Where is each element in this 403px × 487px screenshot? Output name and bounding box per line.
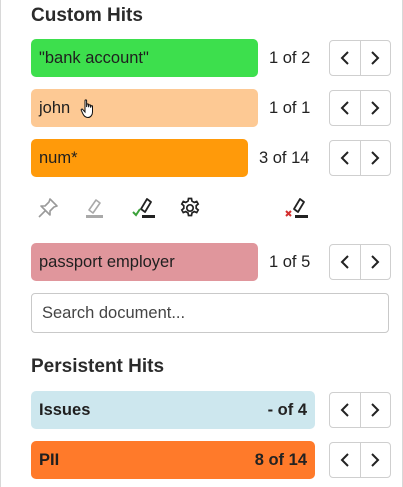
previous-hit-button[interactable] — [330, 443, 360, 477]
previous-hit-button[interactable] — [330, 41, 360, 75]
hits-toolbar — [33, 193, 333, 225]
chevron-right-icon — [371, 403, 380, 417]
hand-cursor-icon — [80, 99, 93, 119]
chevron-right-icon — [371, 51, 380, 65]
search-document-input[interactable] — [31, 293, 389, 333]
next-hit-button[interactable] — [359, 41, 391, 75]
hit-nav — [329, 244, 391, 280]
chevron-right-icon — [371, 453, 380, 467]
custom-hits-title: Custom Hits — [31, 5, 143, 26]
next-hit-button[interactable] — [359, 91, 391, 125]
chevron-left-icon — [340, 255, 349, 269]
next-hit-button[interactable] — [359, 141, 391, 175]
next-hit-button[interactable] — [359, 393, 391, 427]
chevron-right-icon — [371, 151, 380, 165]
custom-hit-row: "bank account" 1 of 2 — [31, 39, 391, 77]
next-hit-button[interactable] — [359, 245, 391, 279]
previous-hit-button[interactable] — [330, 393, 360, 427]
chevron-left-icon — [340, 151, 349, 165]
chevron-left-icon — [340, 51, 349, 65]
persistent-hits-title: Persistent Hits — [31, 356, 165, 377]
search-hits-panel: Custom Hits "bank account" 1 of 2 john 1… — [0, 0, 403, 487]
persistent-hit-row: Issues - of 4 — [31, 391, 391, 429]
hit-count: 3 of 14 — [259, 149, 310, 167]
custom-hit-row: passport employer 1 of 5 — [31, 243, 391, 281]
hit-term[interactable]: passport employer — [31, 243, 258, 281]
chevron-left-icon — [340, 101, 349, 115]
hit-nav — [329, 140, 391, 176]
hit-count: 8 of 14 — [254, 451, 307, 469]
previous-hit-button[interactable] — [330, 141, 360, 175]
hit-count: - of 4 — [267, 401, 307, 419]
previous-hit-button[interactable] — [330, 245, 360, 279]
previous-hit-button[interactable] — [330, 91, 360, 125]
pin-icon[interactable] — [33, 193, 63, 223]
chevron-right-icon — [371, 101, 380, 115]
chevron-left-icon — [340, 453, 349, 467]
hit-term[interactable]: num* — [31, 139, 248, 177]
highlighter-remove-icon[interactable] — [282, 193, 312, 223]
chevron-right-icon — [371, 255, 380, 269]
hit-nav — [329, 392, 391, 428]
chevron-left-icon — [340, 403, 349, 417]
hit-count: 1 of 1 — [269, 99, 311, 117]
persistent-hit-row: PII 8 of 14 — [31, 441, 391, 479]
hit-nav — [329, 40, 391, 76]
highlighter-check-icon[interactable] — [129, 193, 159, 223]
hit-nav — [329, 442, 391, 478]
custom-hit-row: num* 3 of 14 — [31, 139, 391, 177]
hit-term[interactable]: "bank account" — [31, 39, 258, 77]
hit-nav — [329, 90, 391, 126]
highlighter-disabled-icon[interactable] — [79, 193, 109, 223]
next-hit-button[interactable] — [359, 443, 391, 477]
gear-icon[interactable] — [175, 193, 205, 223]
hit-count: 1 of 5 — [269, 253, 311, 271]
hit-term[interactable]: john — [31, 89, 258, 127]
hit-count: 1 of 2 — [269, 49, 311, 67]
